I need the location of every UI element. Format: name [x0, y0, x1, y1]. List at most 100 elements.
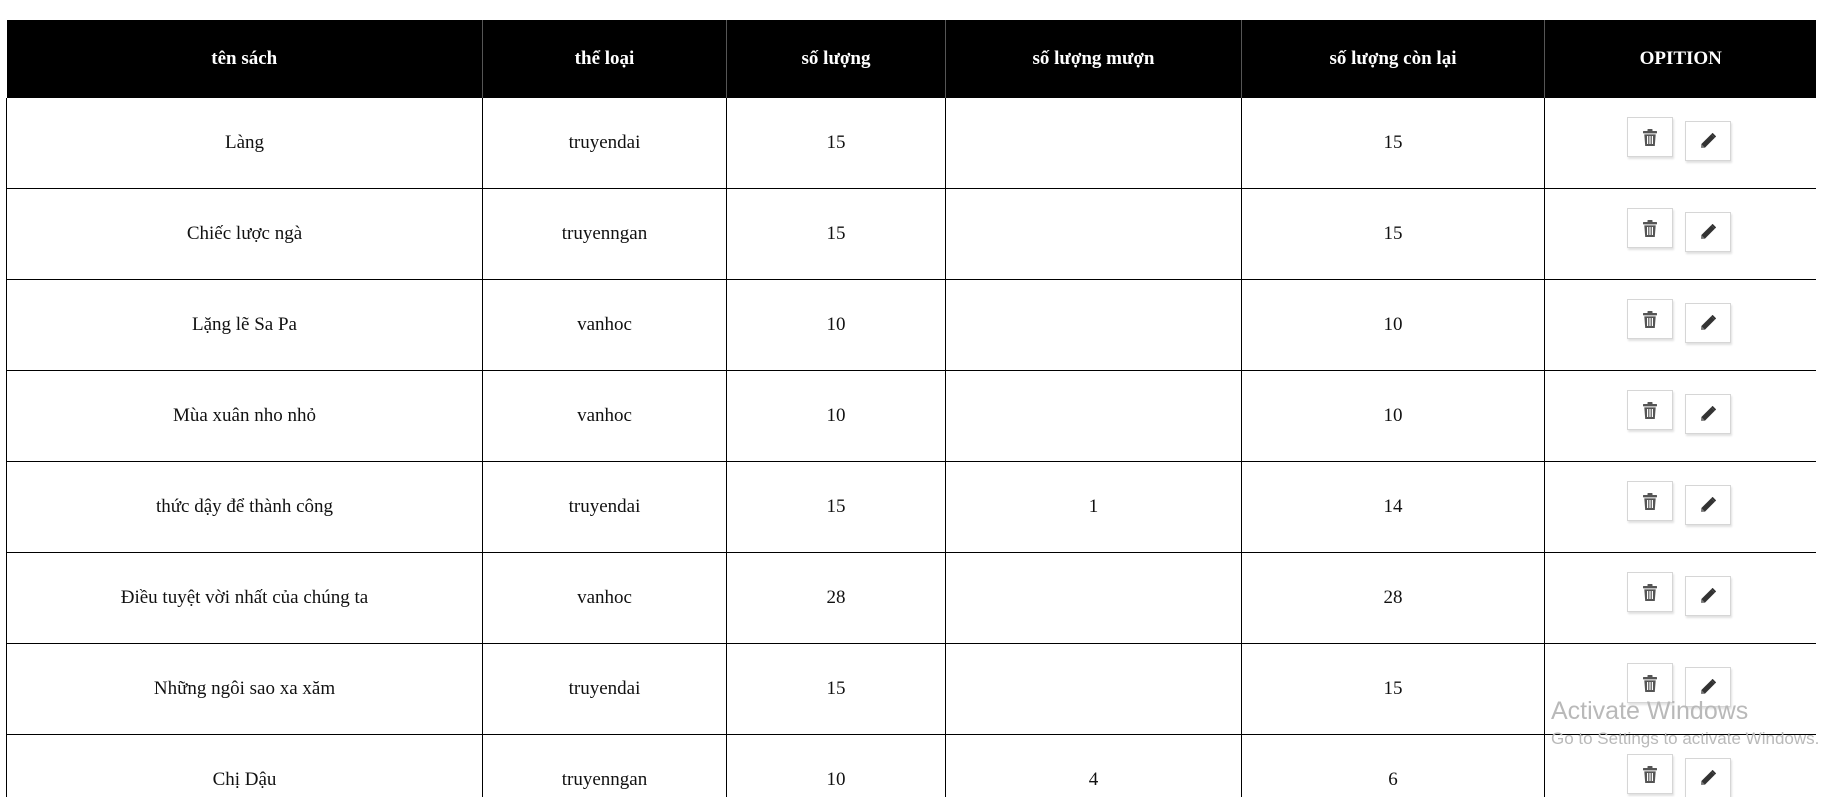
table-row: Lặng lẽ Sa Pa vanhoc 10 10 — [6, 279, 1816, 371]
edit-button[interactable] — [1684, 667, 1731, 707]
trash-icon — [1642, 674, 1657, 692]
cell-options — [1543, 643, 1816, 735]
cell-quantity: 10 — [726, 370, 946, 462]
table-row: Mùa xuân nho nhỏ vanhoc 10 10 — [6, 370, 1816, 462]
edit-button[interactable] — [1684, 212, 1731, 252]
cell-category: truyendai — [482, 98, 727, 189]
pencil-icon — [1700, 315, 1716, 331]
header-row: tên sách thể loại số lượng số lượng mượn… — [6, 20, 1816, 98]
row-actions — [1543, 481, 1814, 525]
cell-remaining: 28 — [1241, 552, 1545, 644]
edit-button[interactable] — [1684, 303, 1731, 343]
cell-quantity: 10 — [726, 734, 946, 797]
table-header: tên sách thể loại số lượng số lượng mượn… — [6, 20, 1816, 98]
books-table-container: tên sách thể loại số lượng số lượng mượn… — [6, 20, 1816, 797]
cell-options — [1543, 461, 1816, 553]
table-row: Chiếc lược ngà truyenngan 15 15 — [6, 188, 1816, 280]
cell-borrowed — [945, 552, 1242, 644]
cell-borrowed: 4 — [945, 734, 1242, 797]
trash-icon — [1642, 310, 1657, 328]
table-row: Làng truyendai 15 15 — [6, 98, 1816, 189]
row-actions — [1543, 299, 1814, 343]
cell-remaining: 10 — [1241, 279, 1545, 371]
cell-quantity: 15 — [726, 188, 946, 280]
cell-quantity: 15 — [726, 98, 946, 189]
cell-remaining: 6 — [1241, 734, 1545, 797]
edit-button[interactable] — [1684, 121, 1731, 161]
cell-borrowed: 1 — [945, 461, 1242, 553]
cell-book-name: Điều tuyệt vời nhất của chúng ta — [6, 552, 483, 644]
cell-book-name: Chị Dậu — [6, 734, 483, 797]
cell-category: truyendai — [482, 461, 727, 553]
books-table: tên sách thể loại số lượng số lượng mượn… — [6, 20, 1816, 797]
cell-borrowed — [945, 188, 1242, 280]
cell-remaining: 15 — [1241, 643, 1545, 735]
trash-icon — [1642, 765, 1657, 783]
cell-remaining: 10 — [1241, 370, 1545, 462]
delete-button[interactable] — [1626, 572, 1673, 612]
header-category: thể loại — [482, 20, 727, 98]
cell-borrowed — [945, 370, 1242, 462]
pencil-icon — [1700, 406, 1716, 422]
delete-button[interactable] — [1626, 299, 1673, 339]
trash-icon — [1642, 492, 1657, 510]
cell-borrowed — [945, 279, 1242, 371]
pencil-icon — [1700, 133, 1716, 149]
cell-book-name: Làng — [6, 98, 483, 189]
pencil-icon — [1700, 770, 1716, 786]
cell-category: vanhoc — [482, 370, 727, 462]
delete-button[interactable] — [1626, 481, 1673, 521]
cell-borrowed — [945, 643, 1242, 735]
cell-category: truyenngan — [482, 188, 727, 280]
header-quantity: số lượng — [726, 20, 946, 98]
delete-button[interactable] — [1626, 390, 1673, 430]
row-actions — [1543, 208, 1814, 252]
row-actions — [1543, 754, 1814, 797]
edit-button[interactable] — [1684, 394, 1731, 434]
pencil-icon — [1700, 679, 1716, 695]
table-row: Điều tuyệt vời nhất của chúng ta vanhoc 28… — [6, 552, 1816, 644]
cell-category: vanhoc — [482, 552, 727, 644]
row-actions — [1543, 390, 1814, 434]
edit-button[interactable] — [1684, 576, 1731, 616]
cell-book-name: thức dậy để thành công — [6, 461, 483, 553]
pencil-icon — [1700, 497, 1716, 513]
edit-button[interactable] — [1684, 758, 1731, 797]
cell-book-name: Lặng lẽ Sa Pa — [6, 279, 483, 371]
cell-category: truyendai — [482, 643, 727, 735]
trash-icon — [1642, 128, 1657, 146]
cell-borrowed — [945, 98, 1242, 189]
cell-quantity: 10 — [726, 279, 946, 371]
trash-icon — [1642, 401, 1657, 419]
delete-button[interactable] — [1626, 663, 1673, 703]
header-remaining: số lượng còn lại — [1241, 20, 1545, 98]
cell-options — [1543, 188, 1816, 280]
pencil-icon — [1700, 588, 1716, 604]
cell-options — [1543, 279, 1816, 371]
row-actions — [1543, 572, 1814, 616]
cell-options — [1543, 734, 1816, 797]
cell-remaining: 14 — [1241, 461, 1545, 553]
cell-book-name: Những ngôi sao xa xăm — [6, 643, 483, 735]
table-row: thức dậy để thành công truyendai 15 1 14 — [6, 461, 1816, 553]
delete-button[interactable] — [1626, 117, 1673, 157]
pencil-icon — [1700, 224, 1716, 240]
table-row: Những ngôi sao xa xăm truyendai 15 15 — [6, 643, 1816, 735]
table-body: Làng truyendai 15 15 Chiếc lược ngà truyennga… — [6, 98, 1816, 797]
cell-options — [1543, 552, 1816, 644]
edit-button[interactable] — [1684, 485, 1731, 525]
trash-icon — [1642, 583, 1657, 601]
header-borrowed: số lượng mượn — [945, 20, 1242, 98]
cell-options — [1543, 370, 1816, 462]
header-option: OPITION — [1544, 20, 1816, 98]
cell-quantity: 15 — [726, 461, 946, 553]
row-actions — [1543, 663, 1814, 707]
delete-button[interactable] — [1626, 208, 1673, 248]
cell-remaining: 15 — [1241, 98, 1545, 189]
cell-quantity: 15 — [726, 643, 946, 735]
cell-remaining: 15 — [1241, 188, 1545, 280]
cell-book-name: Chiếc lược ngà — [6, 188, 483, 280]
table-row: Chị Dậu truyenngan 10 4 6 — [6, 734, 1816, 797]
cell-category: vanhoc — [482, 279, 727, 371]
delete-button[interactable] — [1626, 754, 1673, 794]
